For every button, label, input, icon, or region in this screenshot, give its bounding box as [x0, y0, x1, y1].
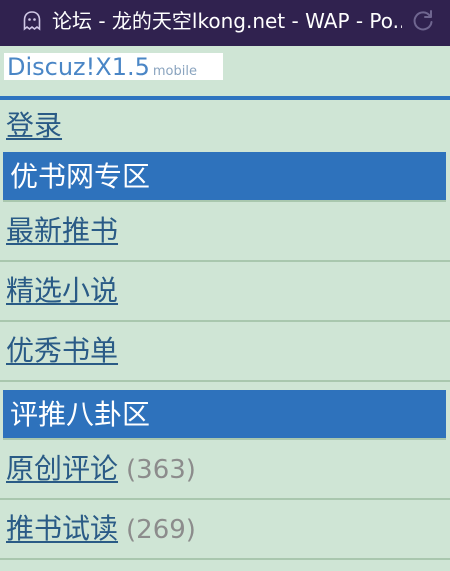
logo-sub-text: mobile: [152, 64, 197, 79]
login-row: 登录: [0, 100, 450, 152]
section-header-youshu: 优书网专区: [3, 152, 446, 202]
forum-link-booklists[interactable]: 优秀书单: [6, 334, 118, 367]
list-item: 推书试读 (269): [0, 500, 450, 560]
forum-link-selected-novels[interactable]: 精选小说: [6, 274, 118, 307]
forum-link-latest-recommend[interactable]: 最新推书: [6, 214, 118, 247]
forum-link-original-reviews[interactable]: 原创评论: [6, 452, 118, 485]
logo-main-text: Discuz!X1.5: [7, 53, 150, 81]
reload-icon[interactable]: [410, 8, 436, 34]
discuz-logo[interactable]: Discuz!X1.5 mobile: [4, 53, 223, 81]
section-header-reviews: 评推八卦区: [3, 390, 446, 440]
ghost-mode-icon: [23, 11, 41, 31]
list-item: 优秀书单: [0, 322, 450, 382]
topic-count: (363): [126, 455, 196, 485]
list-item: 原创评论 (363): [0, 440, 450, 500]
browser-title-bar: 论坛 - 龙的天空lkong.net - WAP - Po...: [0, 0, 450, 46]
list-item: 最新推书: [0, 202, 450, 262]
list-item: 精选小说: [0, 262, 450, 322]
logo-area: Discuz!X1.5 mobile: [0, 46, 450, 96]
page-title: 论坛 - 龙的天空lkong.net - WAP - Po...: [52, 9, 402, 33]
login-link[interactable]: 登录: [6, 109, 62, 142]
forum-menu: 登录 优书网专区 最新推书 精选小说 优秀书单 评推八卦区 原创评论 (363) …: [0, 100, 450, 560]
forum-link-trial-reading[interactable]: 推书试读: [6, 512, 118, 545]
topic-count: (269): [126, 515, 196, 545]
